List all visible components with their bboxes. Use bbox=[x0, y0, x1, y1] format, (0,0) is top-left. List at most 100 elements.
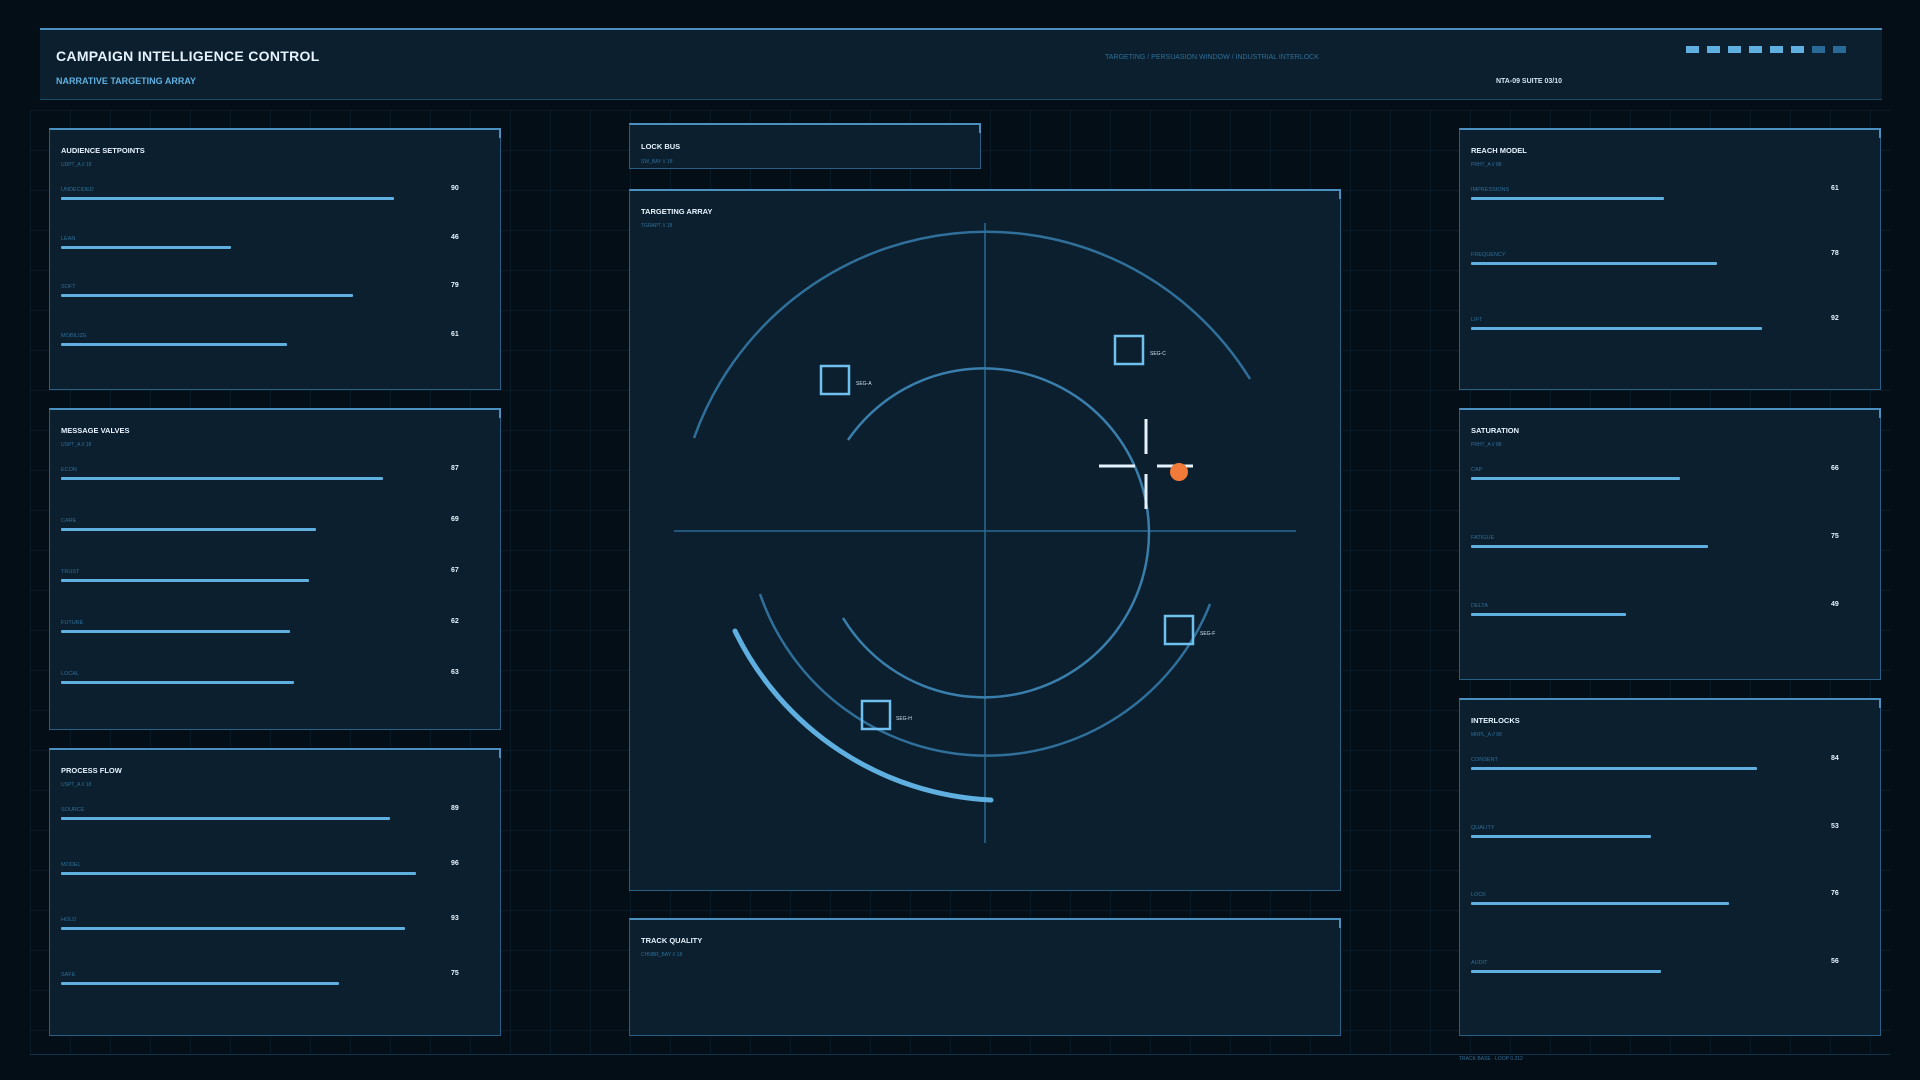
panel-title: REACH MODEL bbox=[1471, 146, 1527, 155]
audience-setpoints-panel: AUDIENCE SETPOINTS UDPT_A // 18 UNDECIDE… bbox=[49, 128, 501, 390]
metric-row: MODEL 96 bbox=[61, 860, 471, 876]
segment-label: SEG-C bbox=[1150, 351, 1166, 357]
panel-code: USPT_A // 18 bbox=[61, 782, 92, 788]
metric-row: MOBILIZE 61 bbox=[61, 331, 471, 347]
metric-label: ECON bbox=[61, 467, 77, 473]
segment-label: SEG-F bbox=[1200, 631, 1215, 637]
metric-label: LOCAL bbox=[61, 671, 80, 677]
metric-bar bbox=[1471, 477, 1680, 480]
message-valves-panel: MESSAGE VALVES USPT_A // 18 ECON 87 CARE 69… bbox=[49, 408, 501, 730]
metric-label: MODEL bbox=[61, 862, 81, 868]
status-tick bbox=[1728, 46, 1741, 53]
metric-label: LIFT bbox=[1471, 317, 1483, 323]
metric-row: CARE 69 bbox=[61, 516, 471, 532]
panel-code: MRPL_A // 88 bbox=[1471, 732, 1502, 738]
status-tick bbox=[1791, 46, 1804, 53]
panel-code: UDPT_A // 18 bbox=[61, 162, 92, 168]
metric-row: CAP 66 bbox=[1471, 465, 1851, 481]
panel-title: INTERLOCKS bbox=[1471, 716, 1520, 725]
metric-value: 84 bbox=[1831, 755, 1839, 762]
segment-label: SEG-A bbox=[856, 381, 872, 387]
metric-row: FREQUENCY 78 bbox=[1471, 250, 1851, 266]
outer-ring-arc bbox=[692, 230, 1252, 439]
metric-bar bbox=[1471, 969, 1662, 973]
panel-code: USPT_A // 18 bbox=[61, 442, 92, 448]
metric-row: AUDIT 56 bbox=[1471, 957, 1851, 974]
metric-row: LOCAL 63 bbox=[61, 669, 471, 685]
metric-bar bbox=[61, 681, 295, 684]
metric-row: LIFT 92 bbox=[1471, 315, 1851, 331]
metric-label: SAFE bbox=[61, 972, 76, 978]
segment-marker[interactable]: SEG-C bbox=[1113, 334, 1166, 366]
status-tick bbox=[1707, 46, 1720, 53]
metric-row: ECON 87 bbox=[61, 465, 471, 481]
panel-title: AUDIENCE SETPOINTS bbox=[61, 146, 145, 155]
metric-bar bbox=[61, 817, 391, 820]
metric-bar bbox=[1471, 613, 1626, 616]
metric-value: 56 bbox=[1831, 957, 1839, 965]
inner-ring-arc-lower bbox=[841, 530, 1151, 699]
metric-label: FREQUENCY bbox=[1471, 252, 1506, 258]
metric-value: 89 bbox=[451, 805, 459, 812]
metric-label: SOFT bbox=[61, 284, 76, 290]
metric-label: LOCK bbox=[1471, 892, 1486, 898]
segment-marker[interactable]: SEG-A bbox=[819, 364, 872, 396]
metric-value: 75 bbox=[1831, 533, 1839, 540]
inner-ring-arc bbox=[846, 367, 1151, 532]
metric-row: SAFE 75 bbox=[61, 970, 471, 986]
panel-code: CHNBR_BAY // 18 bbox=[641, 952, 683, 958]
saturation-panel: SATURATION PRHT_A // 88 CAP 66 FATIGUE 75 DE… bbox=[1459, 408, 1881, 680]
app-title: CAMPAIGN INTELLIGENCE CONTROL bbox=[56, 48, 320, 64]
footer-status: TRACK BASE · LOOP 0.212 bbox=[1459, 1056, 1523, 1062]
metric-value: 75 bbox=[451, 970, 459, 977]
app-subtitle: NARRATIVE TARGETING ARRAY bbox=[56, 76, 197, 86]
metric-bar bbox=[61, 245, 232, 249]
metric-label: AUDIT bbox=[1471, 959, 1488, 966]
metric-value: 78 bbox=[1831, 250, 1839, 257]
metric-value: 79 bbox=[451, 282, 459, 289]
metric-value: 90 bbox=[451, 185, 459, 192]
metric-row: FATIGUE 75 bbox=[1471, 533, 1851, 549]
metric-label: IMPRESSIONS bbox=[1471, 187, 1510, 193]
footer-divider bbox=[30, 1054, 1890, 1055]
panel-code: PRHT_A // 88 bbox=[1471, 162, 1502, 168]
metric-row: DELTA 49 bbox=[1471, 601, 1851, 617]
alert-target-dot[interactable] bbox=[1170, 463, 1188, 481]
metric-label: SOURCE bbox=[61, 807, 85, 813]
panel-title: SATURATION bbox=[1471, 426, 1520, 435]
metric-value: 46 bbox=[451, 233, 459, 241]
metric-bar bbox=[61, 528, 317, 531]
metric-label: HOLD bbox=[61, 917, 77, 923]
metric-value: 53 bbox=[1831, 822, 1839, 830]
status-tick bbox=[1812, 46, 1825, 53]
metric-row: UNDECIDED 90 bbox=[61, 185, 471, 201]
metric-label: CONSENT bbox=[1471, 757, 1498, 763]
lock-bus-panel: LOCK BUS SW_BAY // 18 bbox=[629, 123, 981, 169]
metric-value: 67 bbox=[451, 567, 459, 574]
metric-label: DELTA bbox=[1471, 603, 1488, 609]
metric-bar bbox=[61, 294, 354, 297]
metric-row: SOFT 79 bbox=[61, 282, 471, 298]
metric-bar bbox=[1471, 262, 1718, 265]
process-flow-panel: PROCESS FLOW USPT_A // 18 SOURCE 89 MODEL 9… bbox=[49, 748, 501, 1036]
panel-title: PROCESS FLOW bbox=[61, 766, 122, 775]
targeting-array-panel: TARGETING ARRAY TGRAPT // 18 SEG-A SEG-C… bbox=[629, 189, 1341, 891]
status-tick bbox=[1749, 46, 1762, 53]
metric-label: MOBILIZE bbox=[61, 332, 87, 339]
metric-bar bbox=[1471, 834, 1652, 838]
metric-value: 92 bbox=[1831, 315, 1839, 322]
breadcrumb: TARGETING / PERSUASION WINDOW / INDUSTRI… bbox=[1105, 54, 1319, 61]
metric-bar bbox=[61, 927, 406, 930]
metric-bar bbox=[61, 579, 309, 582]
metric-row: SOURCE 89 bbox=[61, 805, 471, 821]
segment-marker[interactable]: SEG-F bbox=[1163, 614, 1215, 646]
targeting-radar: SEG-A SEG-C SEG-F SEG-H bbox=[674, 223, 1296, 843]
metric-bar bbox=[61, 342, 287, 346]
metric-label: LEAN bbox=[61, 235, 76, 242]
panel-title: MESSAGE VALVES bbox=[61, 426, 130, 435]
metric-value: 66 bbox=[1831, 465, 1839, 472]
panel-code: SW_BAY // 18 bbox=[641, 159, 673, 165]
metric-label: QUALITY bbox=[1471, 824, 1495, 831]
metric-value: 63 bbox=[451, 669, 459, 676]
metric-value: 96 bbox=[451, 860, 459, 867]
